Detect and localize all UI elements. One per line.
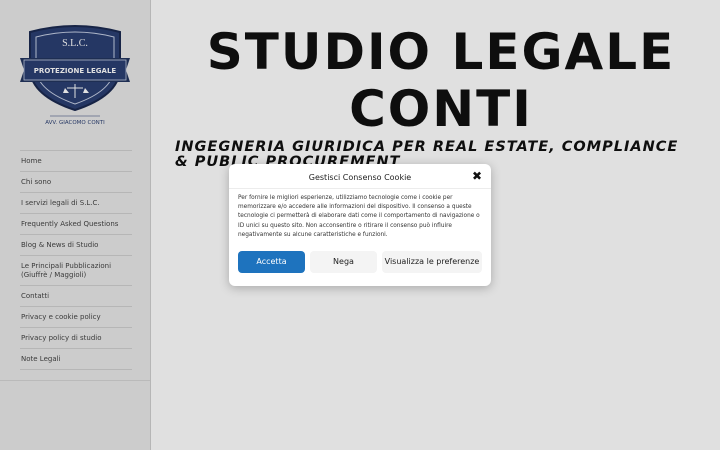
accept-button[interactable]: Accetta — [238, 251, 305, 273]
cookie-consent-dialog: Gestisci Consenso Cookie ✖ Per fornire l… — [229, 164, 491, 286]
close-icon[interactable]: ✖ — [471, 170, 483, 182]
consent-title: Gestisci Consenso Cookie — [308, 173, 412, 182]
consent-message: Per fornire le migliori esperienze, util… — [238, 195, 480, 238]
view-preferences-button[interactable]: Visualizza le preferenze — [382, 251, 482, 273]
consent-divider — [229, 188, 491, 189]
deny-button[interactable]: Nega — [310, 251, 377, 273]
